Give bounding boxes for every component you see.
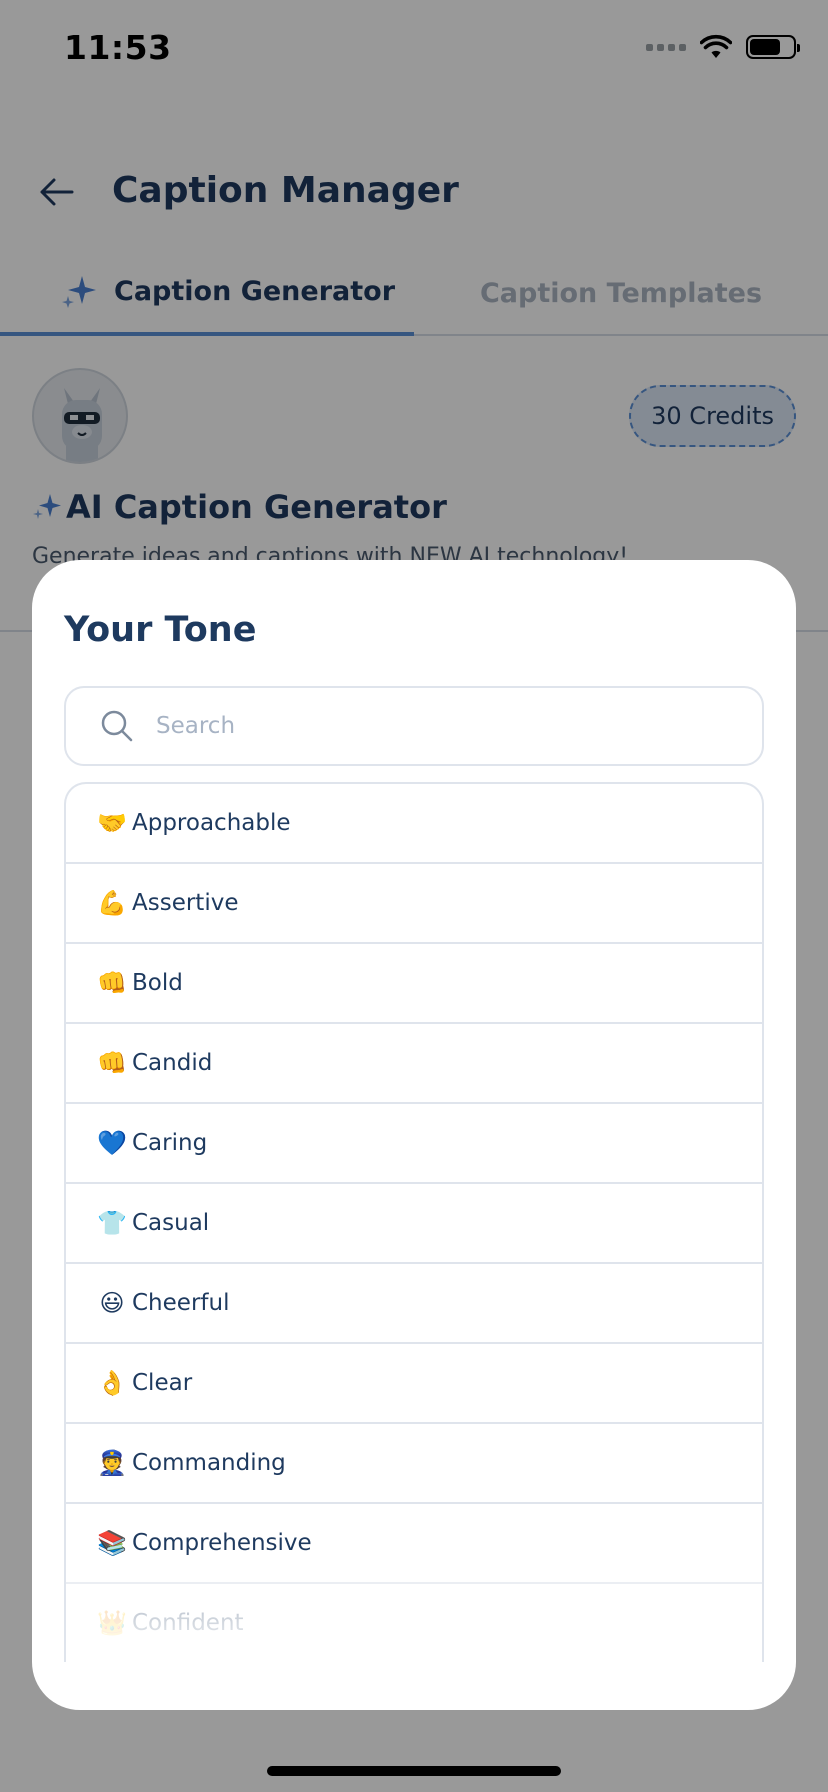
tone-picker-modal: Your Tone 🤝 Approachable 💪 Assertive 👊 B… [32,560,796,1710]
search-icon [101,710,133,742]
list-item-label: Comprehensive [132,1530,312,1556]
list-item-label: Caring [132,1130,208,1156]
list-item-label: Cheerful [132,1290,230,1316]
list-item-label: Approachable [132,810,291,836]
police-officer-icon: 👮 [97,1449,127,1477]
list-item-casual[interactable]: 👕 Casual [66,1184,762,1264]
list-item-commanding[interactable]: 👮 Commanding [66,1424,762,1504]
list-item-label: Clear [132,1370,193,1396]
list-item-bold[interactable]: 👊 Bold [66,944,762,1024]
crown-icon: 👑 [97,1609,127,1637]
ok-hand-icon: 👌 [97,1369,127,1397]
flexed-biceps-icon: 💪 [97,889,127,917]
books-icon: 📚 [97,1529,127,1557]
list-item-label: Assertive [132,890,239,916]
list-item-clear[interactable]: 👌 Clear [66,1344,762,1424]
list-item-label: Candid [132,1050,213,1076]
fist-icon: 👊 [97,969,127,997]
list-item-label: Confident [132,1610,244,1636]
list-item-cheerful[interactable]: 😃 Cheerful [66,1264,762,1344]
list-item-comprehensive[interactable]: 📚 Comprehensive [66,1504,762,1584]
list-item-label: Bold [132,970,183,996]
grinning-face-icon: 😃 [99,1289,125,1317]
list-item-caring[interactable]: 💙 Caring [66,1104,762,1184]
modal-title: Your Tone [64,610,257,650]
list-item-label: Commanding [132,1450,286,1476]
list-item-label: Casual [132,1210,210,1236]
search-field[interactable] [64,686,764,766]
search-input[interactable] [156,713,716,739]
handshake-icon: 🤝 [97,809,127,837]
list-item-approachable[interactable]: 🤝 Approachable [66,784,762,864]
tone-list[interactable]: 🤝 Approachable 💪 Assertive 👊 Bold 👊 Cand… [64,782,764,1662]
home-indicator[interactable] [267,1766,561,1776]
blue-heart-icon: 💙 [97,1129,127,1157]
fist-icon: 👊 [97,1049,127,1077]
list-item-assertive[interactable]: 💪 Assertive [66,864,762,944]
t-shirt-icon: 👕 [97,1209,127,1237]
list-item-confident[interactable]: 👑 Confident [66,1584,762,1662]
list-item-candid[interactable]: 👊 Candid [66,1024,762,1104]
